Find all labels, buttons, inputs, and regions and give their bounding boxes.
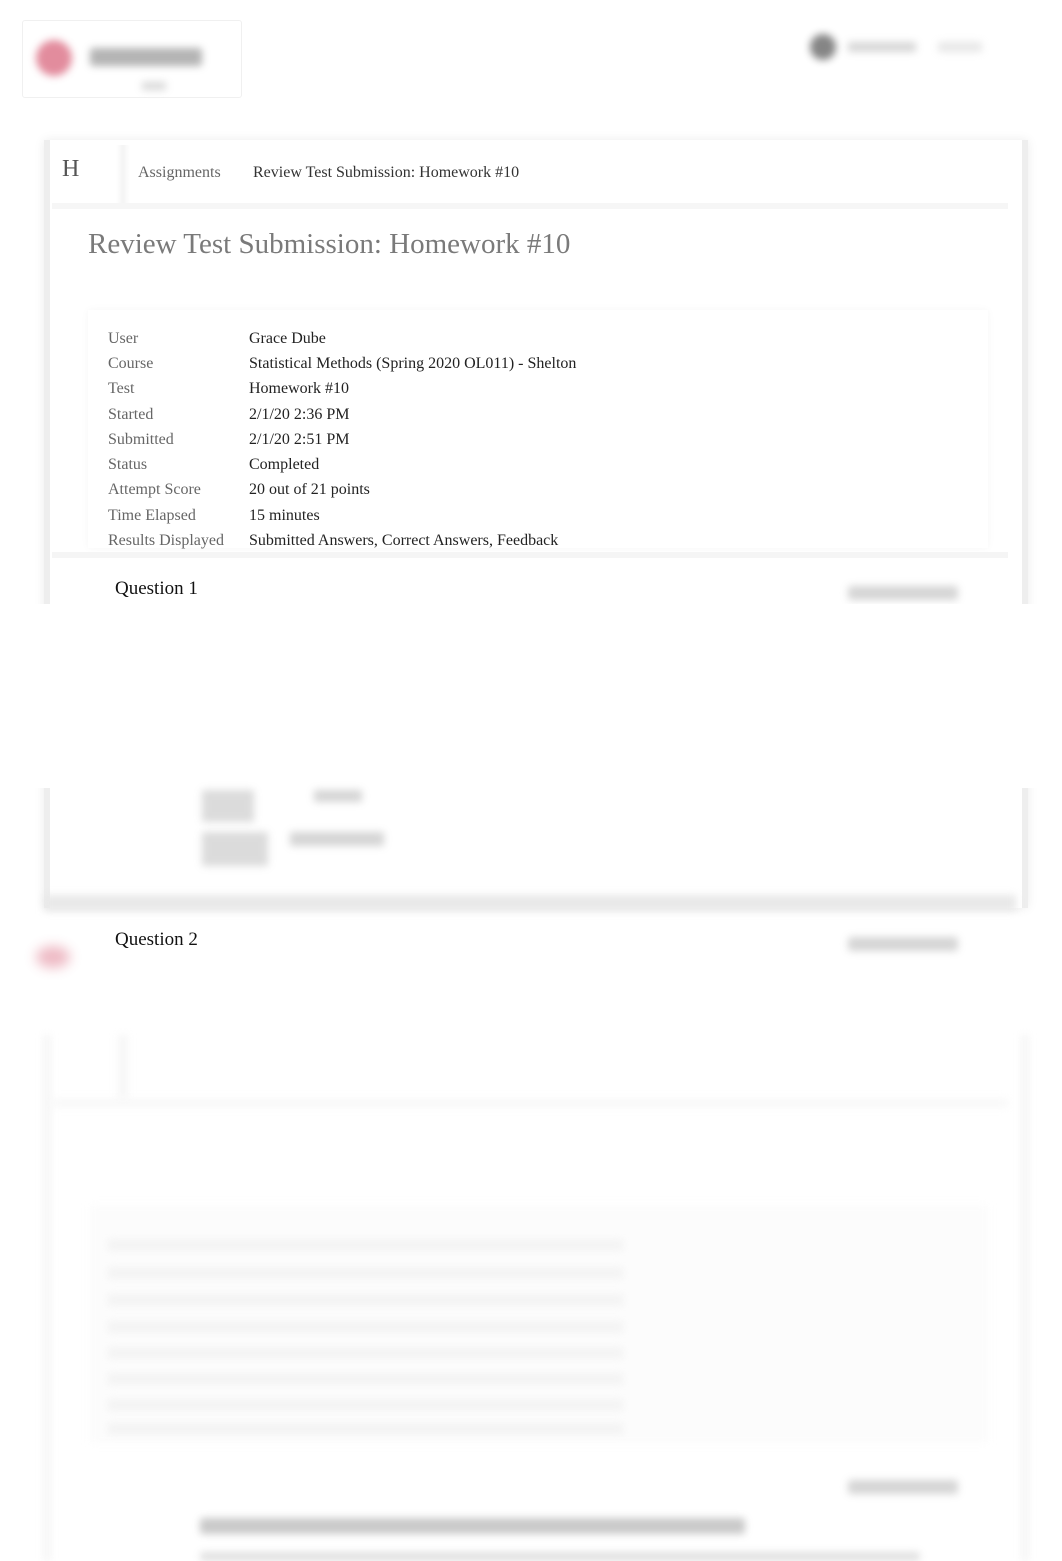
school-crest-icon: [36, 946, 70, 968]
user-name[interactable]: [848, 42, 916, 52]
blurred-text-line: [108, 1400, 623, 1410]
info-row-attempt-score: Attempt Score 20 out of 21 points: [108, 478, 576, 503]
submission-info-table: User Grace Dube Course Statistical Metho…: [108, 326, 576, 554]
hidden-preview-region: [0, 604, 1062, 788]
answer-value-response-feedback: [290, 832, 384, 846]
breadcrumb-item-assignments[interactable]: Assignments: [138, 164, 221, 182]
question-3-text: [200, 1518, 745, 1534]
info-row-status: Status Completed: [108, 452, 576, 477]
blurred-text-line: [108, 1322, 623, 1332]
blurred-breadcrumb-divider: [118, 1035, 128, 1099]
info-value: Grace Dube: [249, 329, 326, 347]
hidden-preview-region: [0, 960, 1062, 1010]
site-logo-text: [90, 48, 202, 66]
question-1-title: Question 1: [115, 578, 198, 599]
info-row-course: Course Statistical Methods (Spring 2020 …: [108, 351, 576, 376]
question-2-points: [848, 937, 958, 951]
info-row-time-elapsed: Time Elapsed 15 minutes: [108, 503, 576, 528]
info-value: Submitted Answers, Correct Answers, Feed…: [249, 532, 559, 550]
info-value: 2/1/20 2:36 PM: [249, 405, 350, 423]
info-label: Status: [108, 456, 148, 474]
info-label: Submitted: [108, 430, 174, 448]
answer-label-selected: [202, 790, 254, 822]
info-value: 15 minutes: [249, 506, 320, 524]
info-label: Time Elapsed: [108, 506, 196, 524]
info-row-test: Test Homework #10: [108, 377, 576, 402]
answer-label-response-feedback: [202, 832, 268, 866]
question-2-title: Question 2: [115, 929, 198, 950]
info-label: Started: [108, 405, 154, 423]
info-label: Results Displayed: [108, 532, 224, 550]
user-menu-link[interactable]: [938, 42, 982, 52]
info-value: Completed: [249, 456, 320, 474]
user-avatar-icon[interactable]: [810, 34, 836, 60]
question-1-points: [848, 586, 958, 600]
blurred-text-line: [108, 1240, 623, 1250]
info-row-started: Started 2/1/20 2:36 PM: [108, 402, 576, 427]
info-row-results-displayed: Results Displayed Submitted Answers, Cor…: [108, 528, 576, 553]
info-value: 2/1/20 2:51 PM: [249, 430, 350, 448]
info-row-submitted: Submitted 2/1/20 2:51 PM: [108, 427, 576, 452]
blurred-text-line: [108, 1374, 623, 1384]
breadcrumb-item-current: Review Test Submission: Homework #10: [253, 164, 520, 181]
blurred-text-line: [108, 1424, 623, 1434]
breadcrumb-divider: [116, 145, 130, 203]
info-label: Course: [108, 354, 154, 372]
blurred-breadcrumb: [52, 1035, 1008, 1107]
info-row-user: User Grace Dube: [108, 326, 576, 351]
school-crest-icon: [36, 40, 72, 76]
site-logo-subtext: [142, 82, 166, 90]
info-label: User: [108, 329, 139, 347]
info-label: Attempt Score: [108, 481, 201, 499]
info-label: Test: [108, 380, 135, 398]
frame-bottom-shadow: [44, 895, 1016, 911]
answer-value-selected: [314, 790, 362, 802]
page-title: Review Test Submission: Homework #10: [88, 228, 571, 260]
blurred-text-line: [108, 1348, 623, 1358]
breadcrumb-home[interactable]: H: [62, 156, 79, 183]
question-3-answer-line: [200, 1552, 920, 1561]
blurred-text-line: [108, 1268, 623, 1278]
question-3-points: [848, 1480, 958, 1494]
blurred-text-line: [108, 1295, 623, 1305]
info-value: Homework #10: [249, 380, 349, 398]
info-value: Statistical Methods (Spring 2020 OL011) …: [249, 354, 577, 372]
info-value: 20 out of 21 points: [249, 481, 370, 499]
